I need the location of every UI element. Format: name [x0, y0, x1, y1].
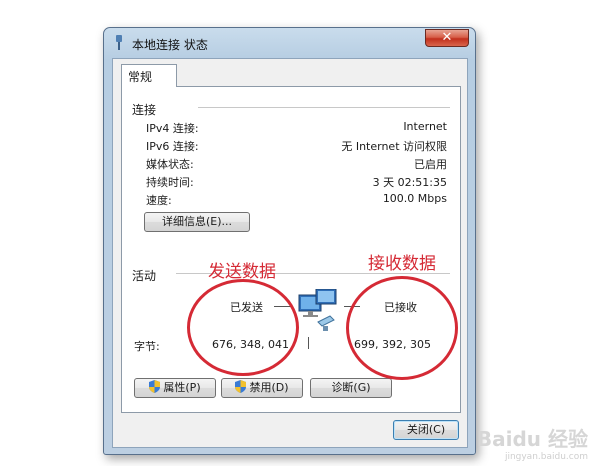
status-window: 本地连接 状态 ✕ 常规 连接 IPv4 连接: Internet IPv6 连…: [103, 27, 476, 455]
connection-group-divider: [198, 107, 450, 108]
shield-icon: [235, 380, 247, 393]
properties-button[interactable]: 属性(P): [134, 378, 216, 398]
bytes-label: 字节:: [134, 340, 160, 353]
speed-value: 100.0 Mbps: [382, 192, 447, 205]
speed-row: 速度: 100.0 Mbps: [146, 192, 447, 210]
activity-group-label: 活动: [132, 269, 157, 283]
network-plug-icon: [116, 35, 122, 50]
media-state-value: 已启用: [414, 158, 447, 171]
annotation-received-data: 接收数据: [368, 254, 436, 274]
ipv6-value: 无 Internet 访问权限: [341, 140, 447, 153]
duration-label: 持续时间:: [146, 176, 194, 189]
watermark-text: Baidu 经验: [476, 427, 588, 451]
ipv4-row: IPv4 连接: Internet: [146, 120, 447, 138]
connection-group-label: 连接: [132, 103, 157, 117]
window-title: 本地连接 状态: [132, 38, 208, 52]
ipv6-label: IPv6 连接:: [146, 140, 199, 153]
ipv4-label: IPv4 连接:: [146, 122, 199, 135]
ipv6-row: IPv6 连接: 无 Internet 访问权限: [146, 138, 447, 156]
properties-button-label: 属性(P): [163, 381, 201, 394]
shield-icon: [149, 380, 161, 393]
watermark-subtext: jingyan.baidu.com: [504, 452, 588, 462]
duration-row: 持续时间: 3 天 02:51:35: [146, 174, 447, 192]
tab-general[interactable]: 常规: [121, 64, 177, 87]
sent-divider-tick: [308, 337, 309, 349]
watermark: Baidu 经验 jingyan.baidu.com: [477, 423, 588, 462]
title-bar[interactable]: 本地连接 状态 ✕: [104, 28, 475, 58]
media-state-label: 媒体状态:: [146, 158, 194, 171]
speed-label: 速度:: [146, 194, 172, 207]
window-close-button[interactable]: ✕: [425, 29, 469, 47]
media-state-row: 媒体状态: 已启用: [146, 156, 447, 174]
duration-value: 3 天 02:51:35: [372, 176, 447, 189]
annotation-circle-sent: [187, 279, 299, 376]
close-button[interactable]: 关闭(C): [393, 420, 459, 440]
diagnose-button[interactable]: 诊断(G): [310, 378, 392, 398]
annotation-circle-received: [346, 276, 458, 380]
disable-button[interactable]: 禁用(D): [221, 378, 303, 398]
network-computers-icon: [298, 289, 337, 331]
details-button[interactable]: 详细信息(E)...: [144, 212, 250, 232]
disable-button-label: 禁用(D): [249, 381, 289, 394]
ipv4-value: Internet: [403, 120, 447, 133]
